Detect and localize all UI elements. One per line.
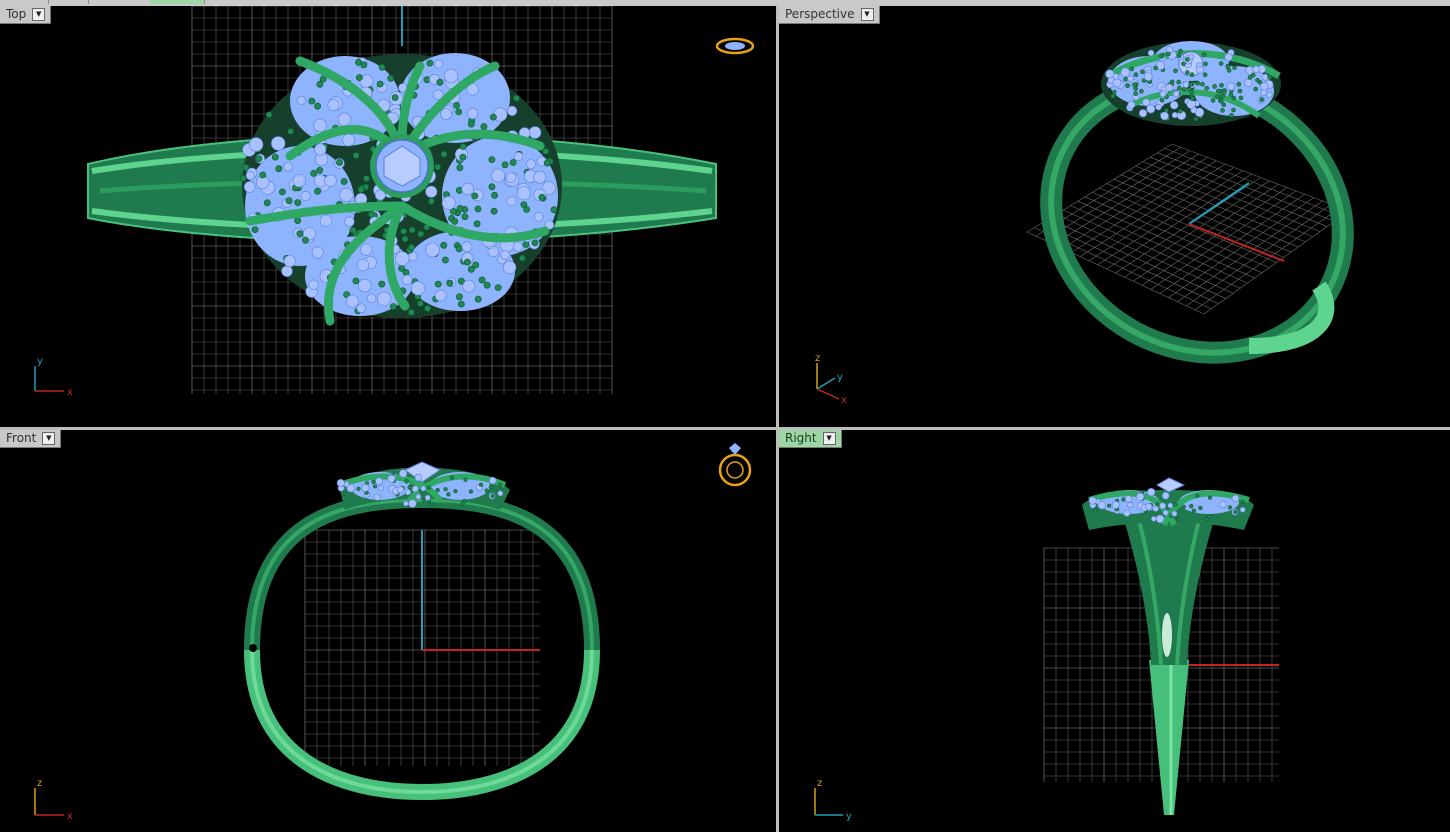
axis-label-x: x: [67, 387, 73, 398]
viewport-top-canvas[interactable]: y x: [0, 6, 776, 427]
viewport-menu-arrow-icon[interactable]: ▼: [822, 432, 836, 445]
axis-indicator-perspective: z y x: [815, 353, 847, 406]
tab-segment[interactable]: [48, 0, 89, 4]
y-axis-line: [1188, 182, 1250, 225]
ring-shank-right: [1124, 519, 1214, 815]
viewport-title: Front: [6, 431, 37, 445]
ring-navigation-icon[interactable]: [718, 443, 752, 487]
viewport-label-perspective[interactable]: Perspective ▼: [779, 6, 880, 24]
viewport-label-right[interactable]: Right ▼: [779, 430, 842, 448]
axis-label-x: x: [841, 395, 847, 406]
axis-indicator-top: y x: [34, 356, 73, 398]
viewport-title: Perspective: [785, 7, 855, 21]
viewport-splitter-horizontal[interactable]: [0, 427, 1450, 430]
viewport-perspective[interactable]: z y x Perspective ▼: [779, 6, 1450, 427]
tab-segment-active[interactable]: [150, 0, 205, 4]
viewport-menu-arrow-icon[interactable]: ▼: [32, 8, 46, 21]
ring-band-front: [244, 491, 600, 801]
axis-label-z: z: [817, 778, 822, 789]
axis-label-y: y: [846, 811, 852, 822]
viewport-menu-arrow-icon[interactable]: ▼: [860, 8, 874, 21]
axis-label-x: x: [67, 811, 73, 822]
axis-label-y: y: [837, 372, 843, 383]
axis-indicator-front: z x: [34, 778, 73, 822]
ring-navigation-icon[interactable]: [715, 37, 755, 55]
axis-label-y: y: [37, 356, 43, 367]
tab-segment[interactable]: [88, 0, 151, 4]
viewport-top[interactable]: y x Top ▼: [0, 6, 776, 427]
axis-label-z: z: [815, 353, 820, 364]
viewport-label-front[interactable]: Front ▼: [0, 430, 62, 448]
viewport-right-canvas[interactable]: z y: [779, 430, 1450, 832]
center-diamond-top: [370, 134, 434, 198]
axis-label-z: z: [37, 778, 42, 789]
viewport-title: Top: [6, 7, 27, 21]
viewport-perspective-canvas[interactable]: z y x: [779, 6, 1450, 427]
viewport-menu-arrow-icon[interactable]: ▼: [42, 432, 56, 445]
viewport-front[interactable]: z x Front ▼: [0, 430, 776, 832]
tab-segment[interactable]: [0, 0, 49, 4]
viewport-label-top[interactable]: Top ▼: [0, 6, 52, 24]
viewport-right[interactable]: z y Right ▼: [779, 430, 1450, 832]
viewport-front-canvas[interactable]: z x: [0, 430, 776, 832]
viewport-title: Right: [785, 431, 817, 445]
axis-indicator-right: z y: [814, 778, 852, 822]
viewport-splitter-vertical[interactable]: [776, 6, 779, 832]
